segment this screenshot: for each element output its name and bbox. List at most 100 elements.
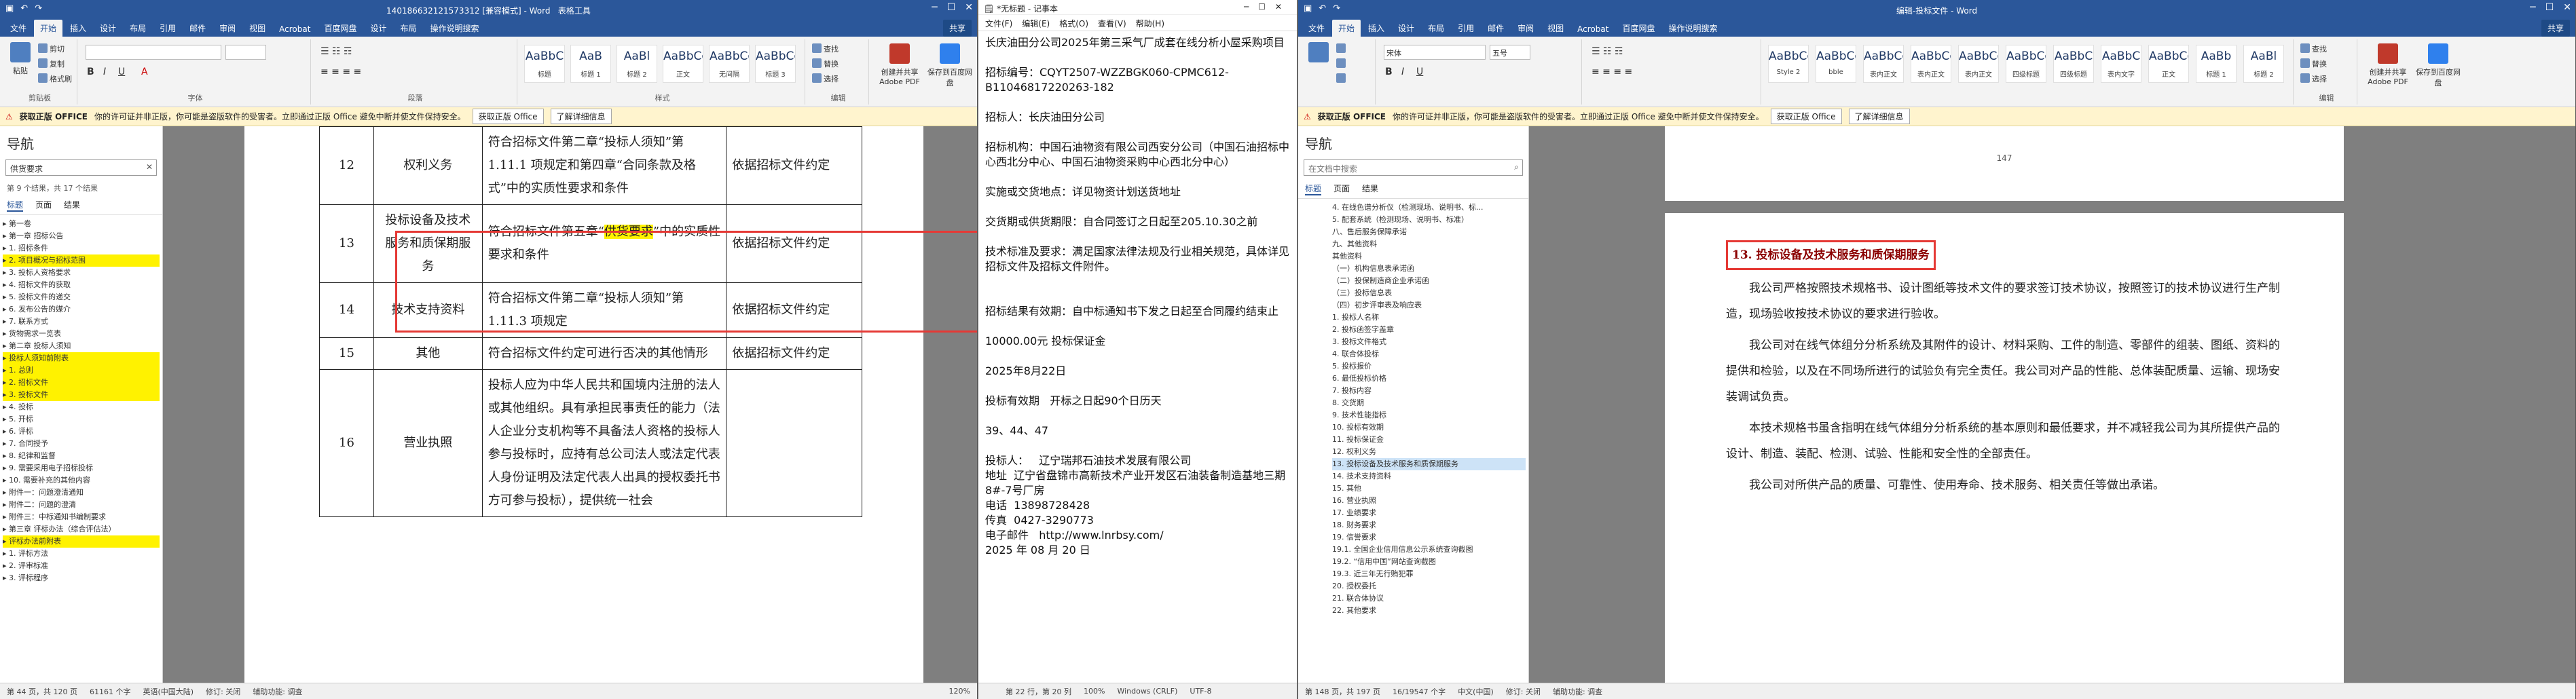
nav-item[interactable]: ▸ 附件一：问题澄清通知: [3, 487, 160, 499]
nav-tab[interactable]: 标题: [1305, 183, 1322, 195]
share-button[interactable]: 共享: [942, 20, 972, 37]
style-gallery-item[interactable]: AaBbCcD 表内正文: [1911, 45, 1951, 83]
align-icon[interactable]: ≡ ≡ ≡ ≡: [320, 67, 361, 77]
nav-item[interactable]: 4. 联合体投标: [1332, 348, 1526, 360]
style-gallery-item[interactable]: AaBbCcD 表内正文: [1958, 45, 1999, 83]
nav-item[interactable]: 6. 最低投标价格: [1332, 373, 1526, 385]
nav-item[interactable]: ▸ 第一章 招标公告: [3, 230, 160, 242]
nav-item[interactable]: ▸ 6. 评标: [3, 426, 160, 438]
style-gallery-item[interactable]: AaBbCcD 四级标题: [2006, 45, 2046, 83]
ribbon-tab[interactable]: 视图: [1541, 20, 1570, 37]
nav-item[interactable]: 22. 其他要求: [1332, 605, 1526, 617]
ribbon-tab[interactable]: 开始: [34, 20, 63, 37]
minimize-icon[interactable]: ─: [932, 2, 937, 13]
style-gallery-item[interactable]: AaBbCcD Style 2: [1768, 45, 1809, 83]
style-gallery-item[interactable]: AaBbCc 标题 3: [755, 45, 796, 83]
menu-item[interactable]: 格式(O): [1059, 18, 1088, 29]
style-gallery-item[interactable]: AaBbC 标题: [524, 45, 565, 83]
find-button[interactable]: 查找: [812, 43, 839, 54]
replace-button[interactable]: 替换: [812, 58, 839, 69]
nav-item[interactable]: 3. 投标文件格式: [1332, 336, 1526, 348]
italic-button[interactable]: I: [1401, 67, 1404, 77]
nav-item[interactable]: ▸ 7. 联系方式: [3, 316, 160, 328]
nav-item[interactable]: 19.3. 近三年无行贿犯罪: [1332, 568, 1526, 580]
nav-item[interactable]: ▸ 1. 评标方法: [3, 548, 160, 560]
nav-item[interactable]: ▸ 附件三：中标通知书编制要求: [3, 511, 160, 523]
nav-item[interactable]: ▸ 附件二：问题的澄清: [3, 499, 160, 511]
nav-item[interactable]: ▸ 2. 项目概况与招标范围: [3, 254, 160, 267]
nav-item[interactable]: 13. 投标设备及技术服务和质保期服务: [1332, 458, 1526, 470]
paste-button[interactable]: 粘贴: [5, 42, 35, 76]
ribbon-tab[interactable]: 设计: [364, 20, 392, 37]
ribbon-tab[interactable]: 文件: [4, 20, 33, 37]
bullets-icon[interactable]: ☰ ☷ ☶: [1591, 46, 1623, 57]
nav-item[interactable]: 16. 营业执照: [1332, 495, 1526, 507]
nav-item[interactable]: ▸ 3. 投标人资格要求: [3, 267, 160, 279]
accessibility-status[interactable]: 辅助功能: 调查: [1553, 686, 1602, 697]
ribbon-tab[interactable]: 布局: [394, 20, 422, 37]
select-button[interactable]: 选择: [2300, 73, 2327, 84]
nav-item[interactable]: 19.2. “信用中国”网站查询截图: [1332, 556, 1526, 568]
bold-button[interactable]: B: [87, 67, 94, 77]
nav-item[interactable]: ▸ 货物需求一览表: [3, 328, 160, 340]
font-size-box[interactable]: 五号: [1490, 45, 1530, 60]
baidu-save-button[interactable]: 保存到百度网盘: [2416, 43, 2461, 88]
nav-item[interactable]: 8. 交货期: [1332, 397, 1526, 409]
ribbon-tab[interactable]: 邮件: [1482, 20, 1510, 37]
ribbon-tab[interactable]: 引用: [153, 20, 182, 37]
nav-item[interactable]: ▸ 4. 投标: [3, 401, 160, 413]
cut-button[interactable]: 剪切: [38, 43, 65, 54]
nav-item[interactable]: ▸ 5. 开标: [3, 413, 160, 426]
language-status[interactable]: 英语(中国大陆): [143, 686, 194, 697]
style-gallery-item[interactable]: AaBbCcD bble: [1816, 45, 1856, 83]
format-painter-button[interactable]: 格式刷: [38, 73, 72, 84]
style-gallery-item[interactable]: AaBbCcD 无间隔: [709, 45, 750, 83]
word-count[interactable]: 16/19547 个字: [1393, 686, 1446, 697]
nav-item[interactable]: ▸ 第一卷: [3, 218, 160, 230]
nav-item[interactable]: 4. 在线色谱分析仪（检测现场、说明书、标...: [1332, 202, 1526, 214]
ribbon-tab[interactable]: 引用: [1452, 20, 1480, 37]
bold-button[interactable]: B: [1385, 67, 1393, 77]
language-status[interactable]: 中文(中国): [1458, 686, 1494, 697]
nav-item[interactable]: （一）机构信息表承诺函: [1332, 263, 1526, 275]
style-gallery-item[interactable]: AaBbCcD 正文: [2148, 45, 2189, 83]
nav-search-input[interactable]: 在文档中搜索 ⌕: [1304, 159, 1523, 176]
nav-item[interactable]: ▸ 4. 招标文件的获取: [3, 279, 160, 291]
ribbon-tab[interactable]: 插入: [64, 20, 92, 37]
maximize-icon[interactable]: ☐: [2545, 2, 2554, 13]
align-icon[interactable]: ≡ ≡ ≡ ≡: [1591, 67, 1632, 77]
nav-item[interactable]: 21. 联合体协议: [1332, 592, 1526, 605]
ribbon-tab[interactable]: 布局: [124, 20, 152, 37]
nav-item[interactable]: ▸ 评标办法前附表: [3, 535, 160, 548]
ribbon-tab[interactable]: 布局: [1422, 20, 1450, 37]
menu-item[interactable]: 查看(V): [1098, 18, 1126, 29]
ribbon-tab[interactable]: 开始: [1332, 20, 1361, 37]
nav-item[interactable]: 九、其他资料: [1332, 238, 1526, 250]
track-changes-status[interactable]: 修订: 关闭: [1506, 686, 1541, 697]
clear-search-icon[interactable]: ✕: [146, 162, 153, 172]
nav-item[interactable]: 20. 授权委托: [1332, 580, 1526, 592]
nav-item[interactable]: 2. 投标函签字盖章: [1332, 324, 1526, 336]
paste-button[interactable]: [1304, 42, 1333, 65]
get-office-button[interactable]: 获取正版 Office: [1770, 109, 1842, 124]
create-pdf-button[interactable]: 创建并共享 Adobe PDF: [2364, 43, 2412, 86]
nav-tab[interactable]: 页面: [35, 199, 52, 212]
nav-item[interactable]: 14. 技术支持资料: [1332, 470, 1526, 483]
nav-tab[interactable]: 结果: [64, 199, 80, 212]
underline-button[interactable]: U: [118, 67, 125, 77]
nav-item[interactable]: ▸ 3. 评标程序: [3, 572, 160, 584]
nav-item[interactable]: 其他资料: [1332, 250, 1526, 263]
nav-item[interactable]: 10. 投标有效期: [1332, 421, 1526, 434]
nav-item[interactable]: 15. 其他: [1332, 483, 1526, 495]
ribbon-tab[interactable]: 百度网盘: [318, 20, 363, 37]
nav-item[interactable]: ▸ 3. 投标文件: [3, 389, 160, 401]
ribbon-tab[interactable]: 邮件: [183, 20, 212, 37]
cut-button[interactable]: [1336, 43, 1348, 54]
font-name-box[interactable]: 宋体: [1384, 45, 1486, 60]
font-color-button[interactable]: A: [141, 67, 148, 77]
nav-item[interactable]: （三）投标信息表: [1332, 287, 1526, 299]
italic-button[interactable]: I: [103, 67, 106, 77]
nav-item[interactable]: 17. 业绩要求: [1332, 507, 1526, 519]
style-gallery-item[interactable]: AaB 标题 1: [570, 45, 611, 83]
ribbon-tab[interactable]: 审阅: [1511, 20, 1540, 37]
